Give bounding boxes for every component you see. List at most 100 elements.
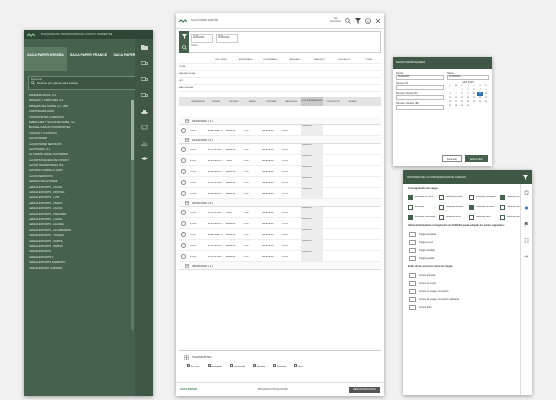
- pin-icon[interactable]: [521, 200, 532, 216]
- folder-icon[interactable]: [135, 39, 153, 55]
- truck-icon[interactable]: [135, 55, 153, 71]
- tab-saca-paper-france[interactable]: SACA PAPER FRANCE: [67, 47, 110, 71]
- chart-icon[interactable]: [135, 135, 153, 151]
- table-row[interactable]: 373962 BILBOPAPER ESPAÑA, S.A.AMMERHL 7.50…: [179, 166, 381, 177]
- carrier-search-input[interactable]: Búsqueda Destino por planta para buscar: [28, 76, 149, 90]
- date-group-header[interactable]: 02/06/2020 ( 5 ): [179, 199, 381, 207]
- cancel-button[interactable]: Cancelar: [441, 155, 462, 162]
- load-style-option[interactable]: Embalaje otros: [469, 213, 496, 221]
- row-select-radio[interactable]: [181, 147, 186, 152]
- checkbox[interactable]: [408, 204, 413, 210]
- table-row[interactable]: 373960 EXTRUSIONES DE BERGARAAMMERHL 5.000…: [179, 144, 381, 155]
- id-input[interactable]: [396, 85, 444, 90]
- status-category[interactable]: CONFIRMADO: [258, 59, 283, 61]
- table-row[interactable]: 373963 EXTRUSIONES DE BERGARAAMMERHL 5.000…: [179, 177, 381, 188]
- ship-icon[interactable]: [135, 103, 153, 119]
- from-date-input[interactable]: 11/04/2020: [396, 75, 444, 80]
- table-row[interactable]: 373969 EXTRUSIONES DE BERGARAAMMERHL 5.000…: [179, 251, 381, 262]
- checkbox[interactable]: [408, 214, 413, 220]
- style-option[interactable]: Carga completa: [403, 230, 532, 238]
- date-group-header[interactable]: 01/06/2020 ( 5 ): [179, 136, 381, 144]
- load-style-option[interactable]: Embalaje entregado: [469, 193, 496, 201]
- train-icon[interactable]: [135, 119, 153, 135]
- date-group-header[interactable]: 08/05/2020 ( 1 ): [179, 262, 381, 270]
- checkbox[interactable]: [438, 214, 444, 220]
- status-category[interactable]: TOTAL: [356, 59, 381, 61]
- load-style-option[interactable]: Embalaje parado: [438, 193, 466, 201]
- row-select-radio[interactable]: [181, 191, 186, 196]
- checkbox[interactable]: [499, 194, 505, 200]
- filter-icon[interactable]: [355, 17, 361, 24]
- style-option[interactable]: Acción en curso: [403, 279, 532, 287]
- all-filter-input[interactable]: Todos: [191, 44, 378, 47]
- row-select-radio[interactable]: [181, 158, 186, 163]
- filter-icon[interactable]: [181, 34, 187, 39]
- warehouse-search-link[interactable]: BÚSQUEDA POR ALMACÉN: [197, 389, 350, 391]
- status-category[interactable]: EN CURSO: [209, 59, 234, 61]
- tab-saca-paper-espana[interactable]: SACA PAPER ESPAÑA: [24, 47, 67, 71]
- close-icon[interactable]: [375, 18, 381, 24]
- load-style-option[interactable]: Embalaje: [408, 203, 436, 211]
- style-option[interactable]: Acción en carga / recepción: [403, 287, 532, 295]
- table-row[interactable]: 373968 BILBOPAPER ESPAÑA, S.A.AMMERHL 5.00…: [179, 240, 381, 251]
- checkbox[interactable]: [469, 204, 475, 210]
- load-style-option[interactable]: Embalaje remitido: [438, 203, 466, 211]
- style-option[interactable]: Carga en red: [403, 238, 532, 246]
- status-category[interactable]: REMITIDO: [307, 59, 332, 61]
- style-option[interactable]: Carga remitida: [403, 246, 532, 254]
- status-category[interactable]: ENTREGADO: [234, 59, 259, 61]
- table-row[interactable]: 373965 EXTRUSIONES DE BERGARAITALIA 5.000 S…: [179, 207, 381, 218]
- row-select-radio[interactable]: [181, 254, 186, 259]
- row-select-radio[interactable]: [181, 169, 186, 174]
- row-select-radio[interactable]: [181, 232, 186, 237]
- load-style-option[interactable]: Embalaje en curso: [408, 193, 436, 201]
- truck-icon[interactable]: [135, 71, 153, 87]
- checkbox[interactable]: [499, 214, 505, 220]
- column-header[interactable]: DESTINO: [225, 101, 243, 103]
- flag-icon[interactable]: [521, 216, 532, 232]
- load-style-option[interactable]: Embalaje confirmado: [408, 213, 436, 221]
- calendar-picker[interactable]: Hasta 11/04/2020 abril 2020 LMXJVSD12345…: [447, 72, 489, 110]
- truck-icon[interactable]: [135, 87, 153, 103]
- client-id-input[interactable]: [396, 95, 444, 100]
- load-style-option[interactable]: Embalaje devuelto: [469, 203, 496, 211]
- search-icon[interactable]: [181, 45, 187, 50]
- column-header[interactable]: MATRÍCULA: [281, 101, 301, 103]
- table-row[interactable]: 373960 ADEB DEBA 1 SOC. COOP.AMMERHL 5.000…: [179, 125, 381, 136]
- style-option[interactable]: Acción de carga / recepción realizada: [403, 295, 532, 303]
- document-icon[interactable]: [521, 232, 532, 248]
- row-select-radio[interactable]: [181, 210, 186, 215]
- row-select-radio[interactable]: [181, 243, 186, 248]
- checkbox[interactable]: [408, 194, 413, 200]
- row-select-radio[interactable]: [181, 221, 186, 226]
- checkbox[interactable]: [438, 194, 444, 200]
- date-group-header[interactable]: 23/06/2020 ( 1 ): [179, 117, 381, 125]
- download-excel-button[interactable]: DESCARGAR EXCEL: [349, 386, 380, 393]
- row-select-radio[interactable]: [181, 180, 186, 185]
- column-header[interactable]: REFERENCIA: [189, 101, 207, 103]
- date-to-field[interactable]: Hasta 11/06/2020: [216, 34, 238, 43]
- load-style-option[interactable]: Embalaje al día: [438, 213, 466, 221]
- style-option[interactable]: Acción prevista: [403, 271, 532, 279]
- apply-filter-button[interactable]: Aplicar filtro: [464, 155, 488, 162]
- status-category[interactable]: ANULADO: [283, 59, 308, 61]
- checkbox[interactable]: [469, 194, 475, 200]
- status-category[interactable]: DEVUELTO: [332, 59, 357, 61]
- scrollbar-thumb[interactable]: [131, 100, 134, 160]
- search-icon[interactable]: [345, 17, 351, 24]
- checkbox[interactable]: [469, 214, 475, 220]
- export-icon[interactable]: [521, 248, 532, 264]
- column-header[interactable]: CARGA: [243, 101, 261, 103]
- table-row[interactable]: 373961 BILBOPAPER ESPAÑA, S.A.ITALIA 5.000…: [179, 155, 381, 166]
- filter-icon[interactable]: [523, 174, 528, 180]
- table-row[interactable]: 373967 ADEB DEBA 1 SOC. COOP.AMMERHL 5.000…: [179, 229, 381, 240]
- layers-icon[interactable]: [135, 151, 153, 167]
- date-from-field[interactable]: Desde 11/06/2020: [191, 34, 213, 43]
- column-header[interactable]: F. DE PRESENTACIÓN: [301, 97, 323, 106]
- list-scrollbar[interactable]: [131, 100, 134, 330]
- table-row[interactable]: 373966 BILBOPAPER ESPAÑA, S.A.AMMERHL 5.00…: [179, 218, 381, 229]
- column-header[interactable]: CONTRATA: [261, 101, 281, 103]
- user-id-input[interactable]: [396, 105, 444, 110]
- checkbox[interactable]: [438, 204, 444, 210]
- row-select-radio[interactable]: [181, 128, 186, 133]
